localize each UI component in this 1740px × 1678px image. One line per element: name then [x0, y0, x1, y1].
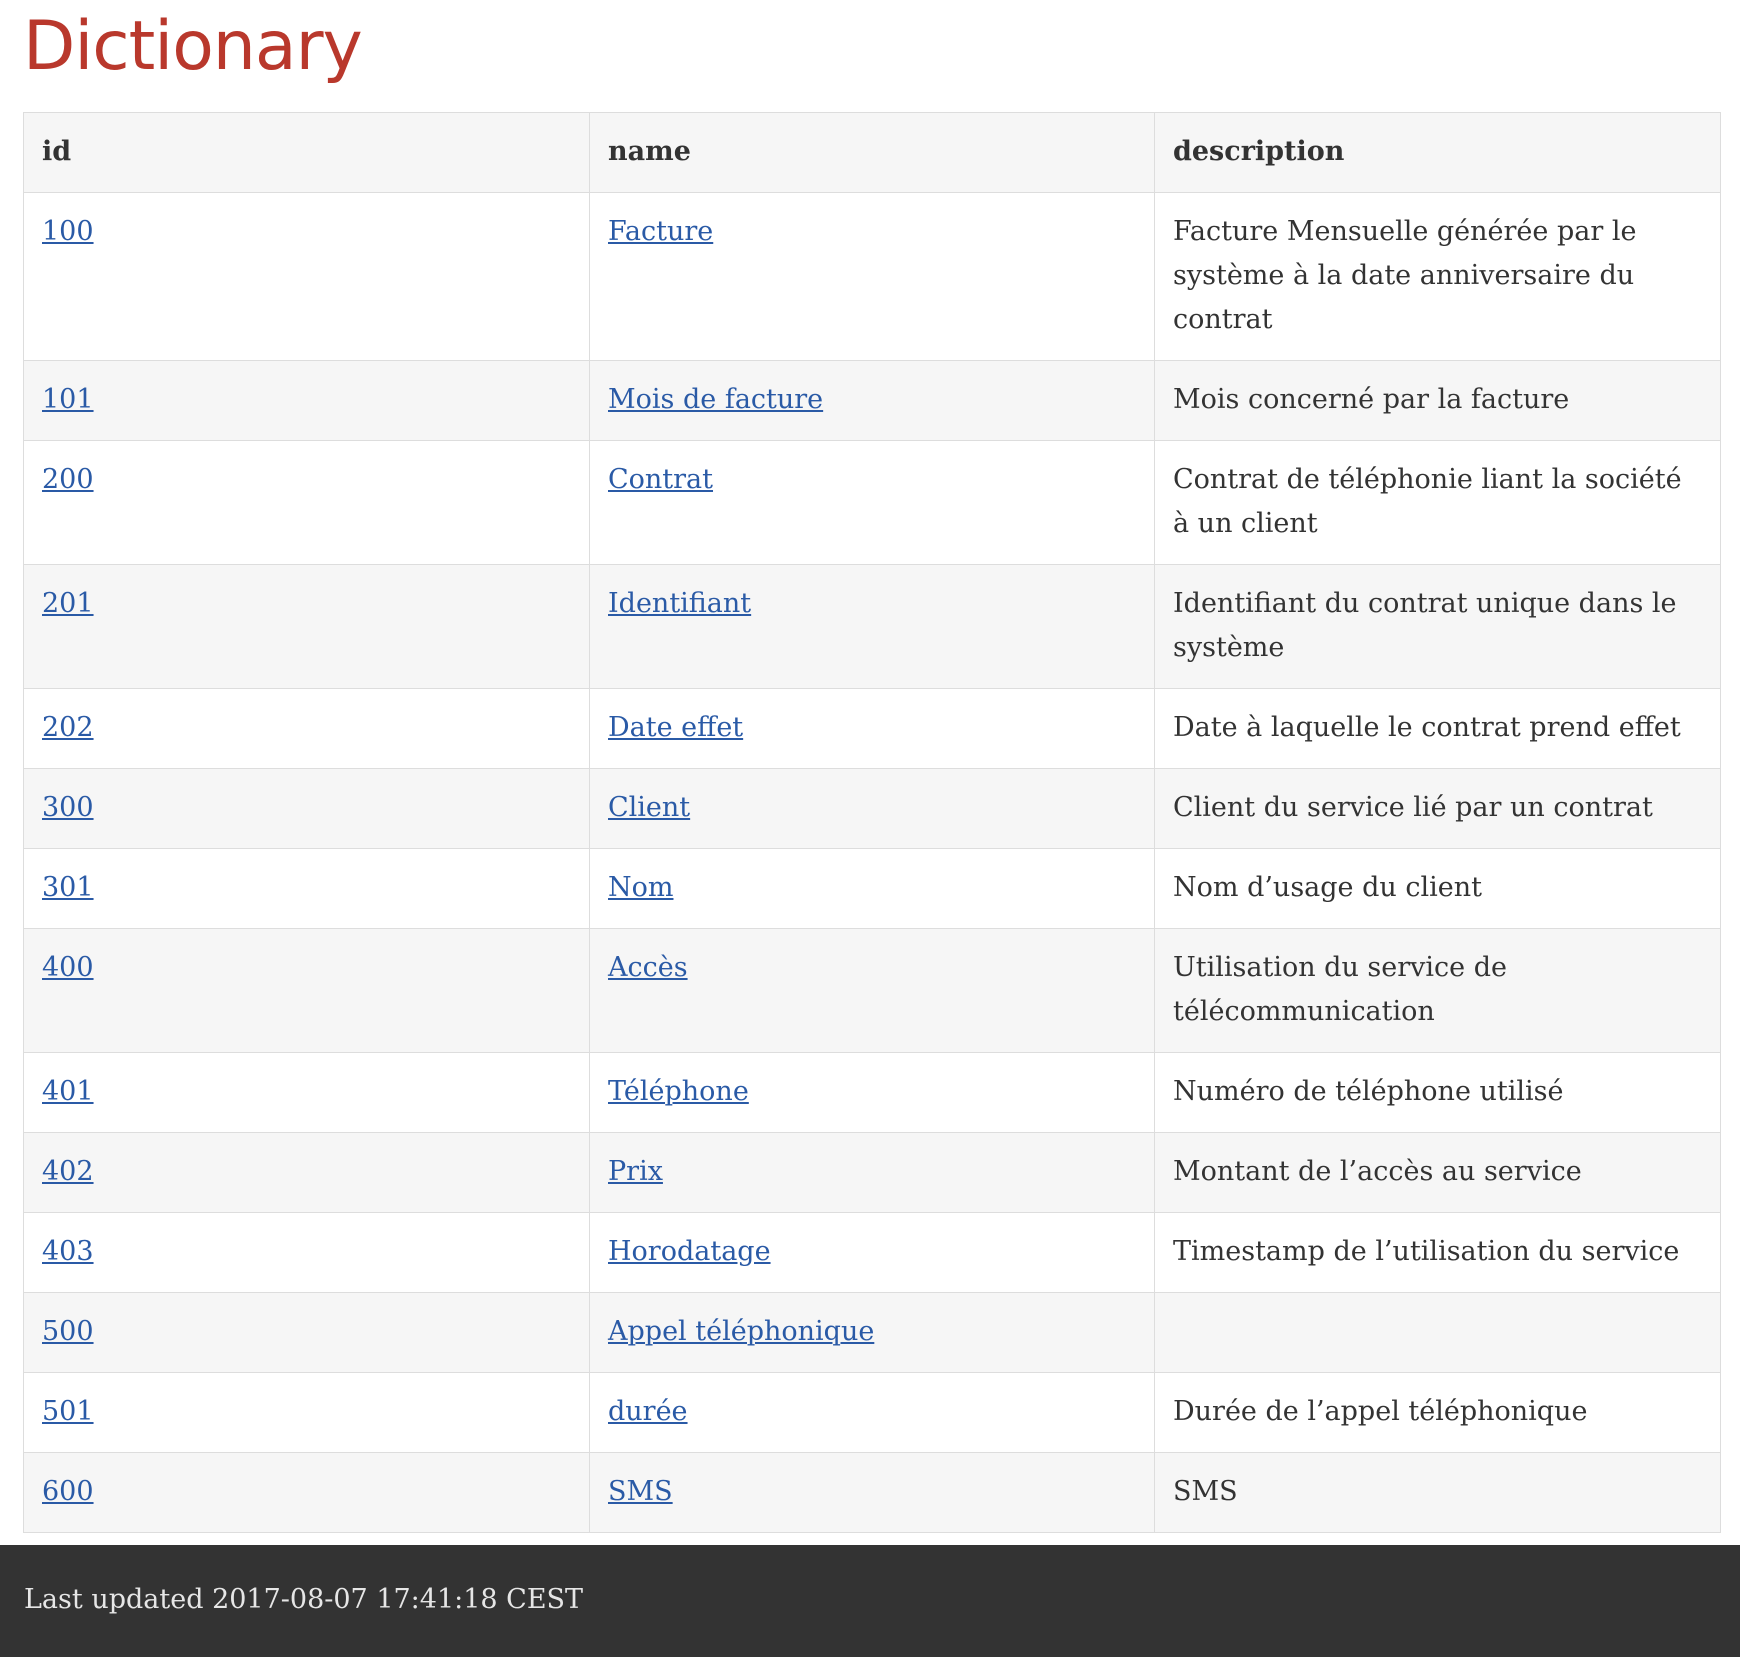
- name-cell: SMS: [589, 1452, 1155, 1533]
- name-link[interactable]: Date effet: [608, 712, 743, 743]
- id-cell: 301: [23, 848, 590, 929]
- name-link[interactable]: Identifiant: [608, 588, 751, 619]
- description-cell: Contrat de téléphonie liant la société à…: [1154, 440, 1721, 565]
- table-row: 600 SMS SMS: [23, 1452, 1721, 1533]
- name-link[interactable]: Téléphone: [608, 1076, 749, 1107]
- table-row: 100 Facture Facture Mensuelle générée pa…: [23, 192, 1721, 361]
- id-cell: 500: [23, 1292, 590, 1373]
- description-cell: Date à laquelle le contrat prend effet: [1154, 688, 1721, 769]
- id-link[interactable]: 100: [42, 216, 94, 247]
- id-link[interactable]: 202: [42, 712, 94, 743]
- site-footer: Last updated 2017-08-07 17:41:18 CEST: [0, 1545, 1740, 1657]
- name-link[interactable]: Appel téléphonique: [608, 1316, 874, 1347]
- description-cell: Utilisation du service de télécommunicat…: [1154, 928, 1721, 1053]
- id-link[interactable]: 403: [42, 1236, 94, 1267]
- id-cell: 100: [23, 192, 590, 361]
- description-cell: Identifiant du contrat unique dans le sy…: [1154, 564, 1721, 689]
- id-link[interactable]: 200: [42, 464, 94, 495]
- description-cell: Mois concerné par la facture: [1154, 360, 1721, 441]
- id-link[interactable]: 402: [42, 1156, 94, 1187]
- table-row: 403 Horodatage Timestamp de l’utilisatio…: [23, 1212, 1721, 1293]
- column-header-name: name: [589, 112, 1155, 193]
- page: Dictionary id name description 100 Factu…: [0, 0, 1740, 1678]
- id-cell: 101: [23, 360, 590, 441]
- name-link[interactable]: Horodatage: [608, 1236, 771, 1267]
- name-cell: Identifiant: [589, 564, 1155, 689]
- table-row: 202 Date effet Date à laquelle le contra…: [23, 688, 1721, 769]
- table-row: 501 durée Durée de l’appel téléphonique: [23, 1372, 1721, 1453]
- id-link[interactable]: 600: [42, 1476, 94, 1507]
- id-cell: 202: [23, 688, 590, 769]
- description-cell: Nom d’usage du client: [1154, 848, 1721, 929]
- description-cell: Durée de l’appel téléphonique: [1154, 1372, 1721, 1453]
- name-cell: Nom: [589, 848, 1155, 929]
- id-cell: 201: [23, 564, 590, 689]
- table-row: 201 Identifiant Identifiant du contrat u…: [23, 564, 1721, 689]
- name-link[interactable]: durée: [608, 1396, 688, 1427]
- last-updated-text: Last updated 2017-08-07 17:41:18 CEST: [24, 1584, 584, 1615]
- name-link[interactable]: Facture: [608, 216, 713, 247]
- name-cell: Mois de facture: [589, 360, 1155, 441]
- name-cell: Date effet: [589, 688, 1155, 769]
- id-link[interactable]: 500: [42, 1316, 94, 1347]
- name-link[interactable]: Prix: [608, 1156, 663, 1187]
- id-link[interactable]: 501: [42, 1396, 94, 1427]
- name-cell: Contrat: [589, 440, 1155, 565]
- id-cell: 600: [23, 1452, 590, 1533]
- id-link[interactable]: 301: [42, 872, 94, 903]
- name-link[interactable]: Client: [608, 792, 690, 823]
- table-header-row: id name description: [23, 112, 1721, 193]
- column-header-description: description: [1154, 112, 1721, 193]
- table-row: 300 Client Client du service lié par un …: [23, 768, 1721, 849]
- name-cell: Facture: [589, 192, 1155, 361]
- name-link[interactable]: Contrat: [608, 464, 713, 495]
- id-link[interactable]: 401: [42, 1076, 94, 1107]
- dictionary-table: id name description 100 Facture Facture …: [23, 112, 1721, 1533]
- id-cell: 400: [23, 928, 590, 1053]
- id-link[interactable]: 400: [42, 952, 94, 983]
- name-cell: Téléphone: [589, 1052, 1155, 1133]
- description-cell: Timestamp de l’utilisation du service: [1154, 1212, 1721, 1293]
- table-row: 401 Téléphone Numéro de téléphone utilis…: [23, 1052, 1721, 1133]
- id-cell: 200: [23, 440, 590, 565]
- table-row: 301 Nom Nom d’usage du client: [23, 848, 1721, 929]
- name-cell: Horodatage: [589, 1212, 1155, 1293]
- table-row: 500 Appel téléphonique: [23, 1292, 1721, 1373]
- table-row: 402 Prix Montant de l’accès au service: [23, 1132, 1721, 1213]
- description-cell: Montant de l’accès au service: [1154, 1132, 1721, 1213]
- id-cell: 401: [23, 1052, 590, 1133]
- name-cell: Accès: [589, 928, 1155, 1053]
- description-cell: Facture Mensuelle générée par le système…: [1154, 192, 1721, 361]
- page-title: Dictionary: [23, 7, 363, 86]
- id-cell: 402: [23, 1132, 590, 1213]
- name-cell: durée: [589, 1372, 1155, 1453]
- table-row: 200 Contrat Contrat de téléphonie liant …: [23, 440, 1721, 565]
- name-link[interactable]: Accès: [608, 952, 688, 983]
- description-cell: SMS: [1154, 1452, 1721, 1533]
- column-header-id: id: [23, 112, 590, 193]
- description-cell: Client du service lié par un contrat: [1154, 768, 1721, 849]
- id-link[interactable]: 101: [42, 384, 94, 415]
- name-cell: Prix: [589, 1132, 1155, 1213]
- id-cell: 403: [23, 1212, 590, 1293]
- description-cell: [1154, 1292, 1721, 1373]
- name-link[interactable]: Mois de facture: [608, 384, 823, 415]
- name-cell: Client: [589, 768, 1155, 849]
- name-link[interactable]: SMS: [608, 1476, 673, 1507]
- id-cell: 501: [23, 1372, 590, 1453]
- id-link[interactable]: 201: [42, 588, 94, 619]
- id-link[interactable]: 300: [42, 792, 94, 823]
- table-row: 400 Accès Utilisation du service de télé…: [23, 928, 1721, 1053]
- name-cell: Appel téléphonique: [589, 1292, 1155, 1373]
- id-cell: 300: [23, 768, 590, 849]
- name-link[interactable]: Nom: [608, 872, 673, 903]
- table-row: 101 Mois de facture Mois concerné par la…: [23, 360, 1721, 441]
- description-cell: Numéro de téléphone utilisé: [1154, 1052, 1721, 1133]
